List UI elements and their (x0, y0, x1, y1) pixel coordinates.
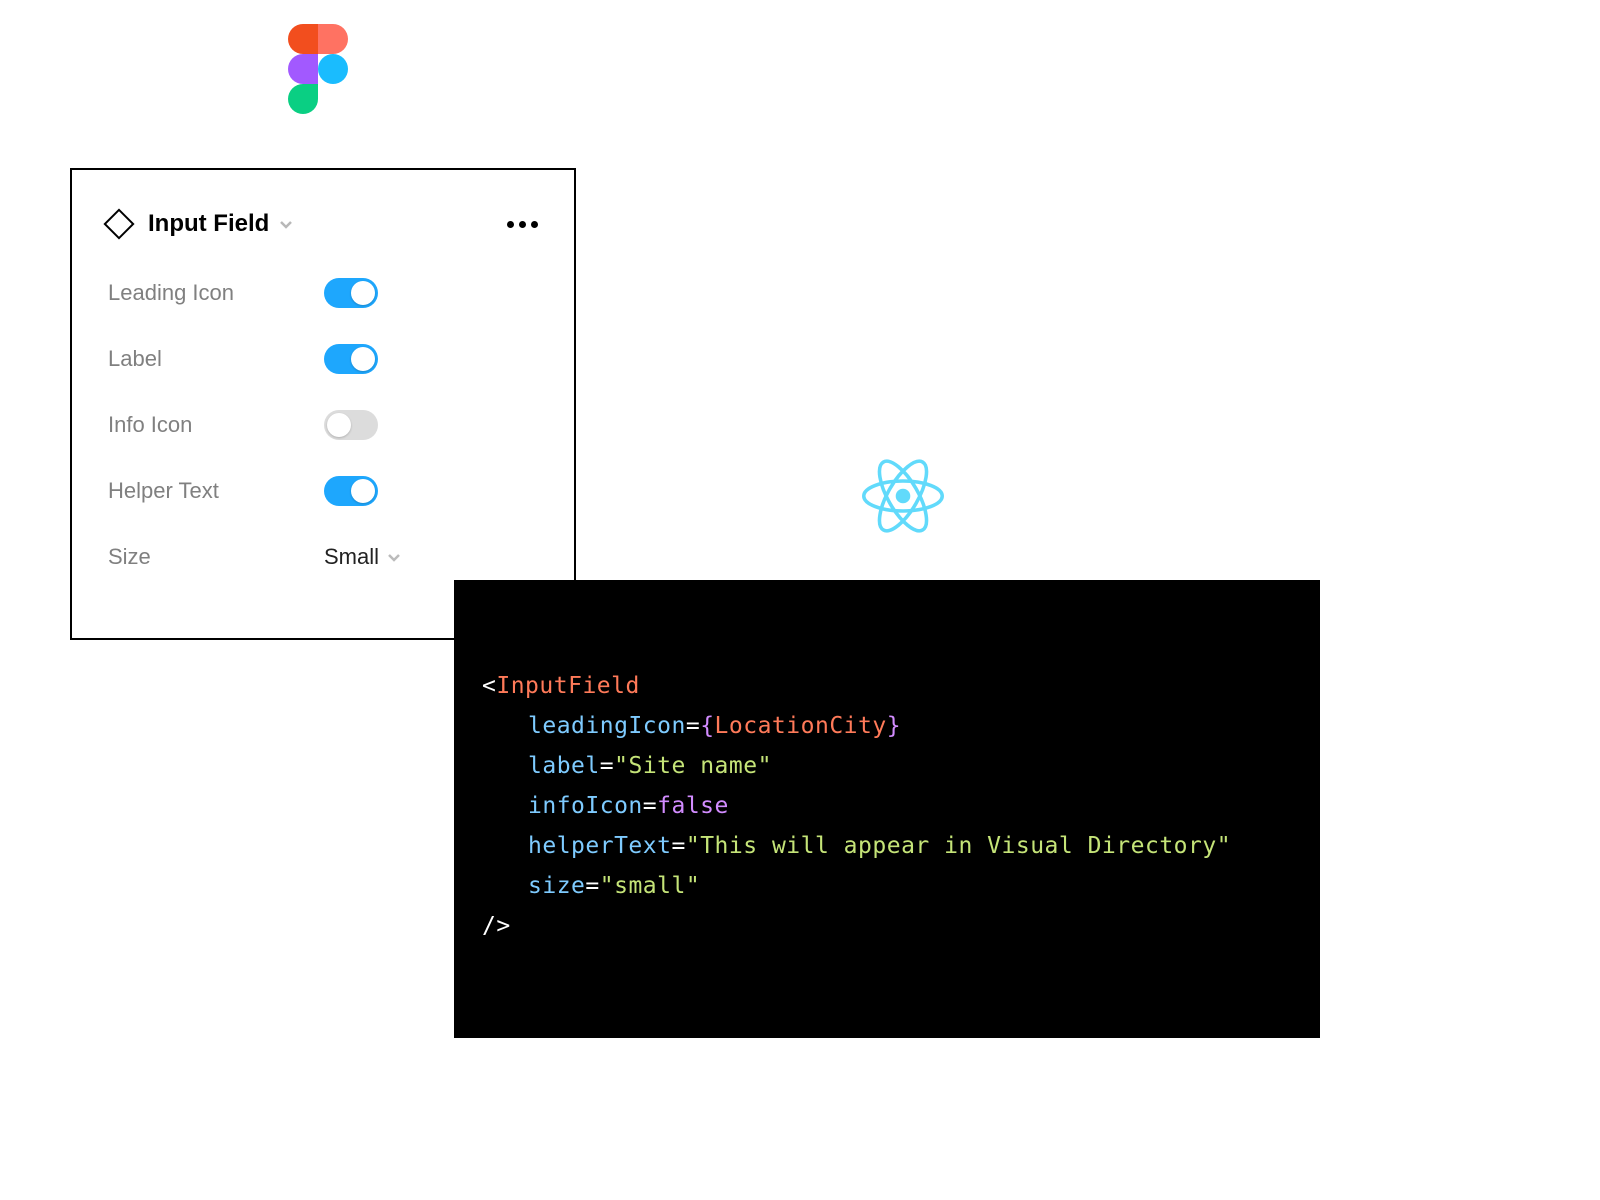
prop-row-label: Label (108, 340, 538, 378)
label-toggle[interactable] (324, 344, 378, 374)
component-properties-panel: Input Field Leading Icon Label Info Icon… (70, 168, 576, 640)
prop-row-leading-icon: Leading Icon (108, 274, 538, 312)
more-menu-button[interactable] (507, 221, 538, 228)
panel-header: Input Field (108, 210, 538, 238)
prop-label: Leading Icon (108, 280, 324, 306)
leading-icon-toggle[interactable] (324, 278, 378, 308)
info-icon-toggle[interactable] (324, 410, 378, 440)
prop-row-helper-text: Helper Text (108, 472, 538, 510)
chevron-down-icon[interactable] (279, 217, 293, 231)
prop-label: Info Icon (108, 412, 324, 438)
prop-row-size: Size Small (108, 538, 538, 576)
react-logo-icon (862, 455, 944, 537)
panel-title: Input Field (148, 210, 269, 238)
figma-logo-icon (288, 24, 348, 114)
prop-label: Size (108, 544, 324, 570)
code-line: leadingIcon={LocationCity} (482, 706, 1300, 746)
prop-label: Label (108, 346, 324, 372)
code-line: infoIcon=false (482, 786, 1300, 826)
helper-text-toggle[interactable] (324, 476, 378, 506)
code-line: helperText="This will appear in Visual D… (482, 826, 1300, 866)
code-line: <InputField (482, 666, 1300, 706)
code-line: /> (482, 906, 1300, 946)
code-line: label="Site name" (482, 746, 1300, 786)
code-snippet: <InputField leadingIcon={LocationCity} l… (454, 580, 1320, 1038)
component-diamond-icon (103, 208, 134, 239)
prop-label: Helper Text (108, 478, 324, 504)
prop-row-info-icon: Info Icon (108, 406, 538, 444)
code-line: size="small" (482, 866, 1300, 906)
chevron-down-icon (387, 550, 401, 564)
size-select[interactable]: Small (324, 544, 401, 570)
size-select-value: Small (324, 544, 379, 570)
